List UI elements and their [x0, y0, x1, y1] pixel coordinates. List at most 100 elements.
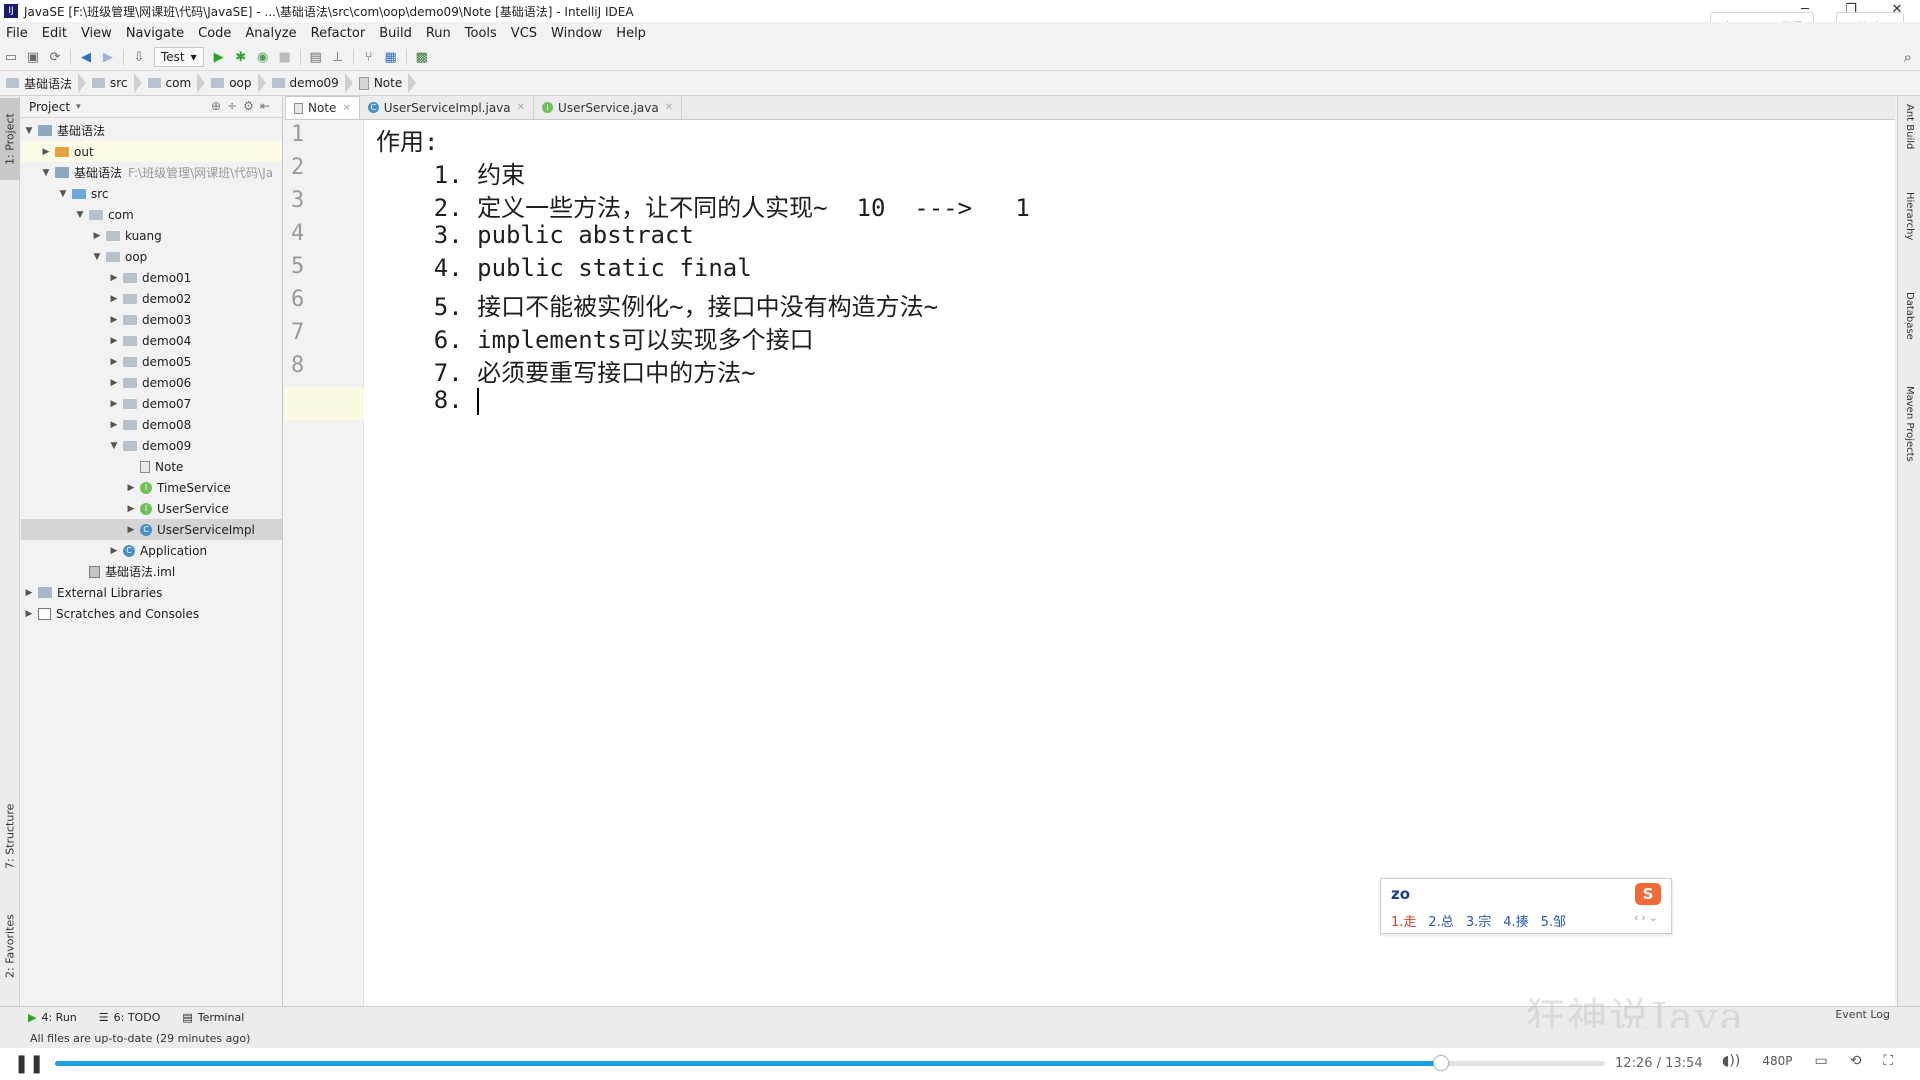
tab-userserviceimpl[interactable]: C UserServiceImpl.java ✕	[360, 96, 535, 119]
sync-icon[interactable]: ⟳	[44, 47, 66, 67]
settings-icon[interactable]: ▦	[380, 47, 402, 67]
tree-item[interactable]: ▼ demo09	[21, 435, 282, 456]
menu-code[interactable]: Code	[191, 26, 238, 41]
close-tab-icon[interactable]: ✕	[665, 102, 673, 113]
chevron-right-icon[interactable]: ▶	[108, 294, 120, 304]
tree-item[interactable]: Note	[21, 456, 282, 477]
chevron-down-icon[interactable]: ▼	[23, 126, 35, 136]
chevron-right-icon[interactable]: ▶	[125, 504, 137, 514]
breadcrumb-item[interactable]: 基础语法	[0, 73, 78, 93]
ime-candidate[interactable]: 3.宗	[1466, 911, 1491, 930]
progress-handle[interactable]	[1433, 1055, 1449, 1071]
chevron-down-icon[interactable]: ▼	[91, 252, 103, 262]
tree-item[interactable]: ▼ src	[21, 183, 282, 204]
chevron-right-icon[interactable]: ▶	[108, 420, 120, 430]
code-editor[interactable]: 作用: 1. 约束 2. 定义一些方法，让不同的人实现~ 10 ---> 1 3…	[364, 120, 1895, 1006]
tree-item[interactable]: ▶ C Application	[21, 540, 282, 561]
back-icon[interactable]: ◀	[75, 47, 97, 67]
ime-candidate[interactable]: 2.总	[1428, 911, 1453, 930]
menu-tools[interactable]: Tools	[458, 26, 504, 41]
ime-page-arrows[interactable]: ‹›⌄	[1634, 911, 1661, 924]
tool-tab-favorites[interactable]: 2: Favorites	[0, 906, 20, 986]
tree-item[interactable]: ▶ kuang	[21, 225, 282, 246]
ime-candidate[interactable]: 1.走	[1391, 911, 1416, 930]
chevron-right-icon[interactable]: ▶	[108, 399, 120, 409]
chevron-right-icon[interactable]: ▶	[108, 546, 120, 556]
chevron-right-icon[interactable]: ▶	[108, 357, 120, 367]
tool-tab-database[interactable]: Database	[1900, 292, 1919, 362]
menu-view[interactable]: View	[74, 26, 119, 41]
ime-candidate[interactable]: 5.邹	[1541, 911, 1566, 930]
tree-item[interactable]: 基础语法.iml	[21, 561, 282, 582]
tab-note[interactable]: Note ✕	[285, 96, 360, 119]
tree-item[interactable]: ▶ demo05	[21, 351, 282, 372]
terminal-icon[interactable]: ▩	[411, 47, 433, 67]
tree-item[interactable]: ▶ demo07	[21, 393, 282, 414]
breadcrumb-item[interactable]: com	[142, 73, 198, 93]
ime-candidate[interactable]: 4.揍	[1503, 911, 1528, 930]
menu-run[interactable]: Run	[419, 26, 458, 41]
sdk-icon[interactable]: ⊥	[327, 47, 349, 67]
fullscreen-icon[interactable]: ⛶	[1883, 1053, 1893, 1069]
tree-item[interactable]: ▼ 基础语法 F:\班级管理\网课班\代码\Ja	[21, 162, 282, 183]
forward-icon[interactable]: ▶	[97, 47, 119, 67]
search-everywhere-icon[interactable]: ⌕	[1904, 48, 1912, 66]
tree-item[interactable]: ▶ demo06	[21, 372, 282, 393]
breadcrumb-item[interactable]: demo09	[266, 73, 345, 93]
save-icon[interactable]: ▣	[22, 47, 44, 67]
tree-item[interactable]: ▼ oop	[21, 246, 282, 267]
tree-item[interactable]: ▶ demo04	[21, 330, 282, 351]
tree-item[interactable]: ▶ External Libraries	[21, 582, 282, 603]
tab-userservice[interactable]: I UserService.java ✕	[534, 96, 683, 119]
chevron-right-icon[interactable]: ▶	[125, 483, 137, 493]
menu-build[interactable]: Build	[372, 26, 419, 41]
chevron-right-icon[interactable]: ▶	[108, 315, 120, 325]
tool-tab-structure[interactable]: 7: Structure	[0, 796, 20, 876]
collapse-icon[interactable]: ÷	[227, 99, 243, 113]
menu-vcs[interactable]: VCS	[504, 26, 544, 41]
menu-analyze[interactable]: Analyze	[238, 26, 303, 41]
menu-window[interactable]: Window	[544, 26, 609, 41]
tool-tab-run[interactable]: ▶ 4: Run	[0, 1011, 91, 1024]
tree-item[interactable]: ▶ demo08	[21, 414, 282, 435]
pause-icon[interactable]: ❚❚	[14, 1054, 44, 1074]
menu-navigate[interactable]: Navigate	[119, 26, 191, 41]
tree-item[interactable]: ▶ I UserService	[21, 498, 282, 519]
chevron-down-icon[interactable]: ▾	[76, 102, 81, 112]
hide-icon[interactable]: ⇤	[260, 99, 276, 113]
chevron-right-icon[interactable]: ▶	[108, 336, 120, 346]
run-configuration-select[interactable]: Test ▾	[154, 47, 204, 67]
menu-help[interactable]: Help	[609, 26, 653, 41]
tool-tab-project[interactable]: 1: Project	[0, 98, 20, 180]
tree-item[interactable]: ▶ demo01	[21, 267, 282, 288]
menu-refactor[interactable]: Refactor	[304, 26, 373, 41]
chevron-right-icon[interactable]: ▶	[108, 378, 120, 388]
project-structure-icon[interactable]: ▤	[305, 47, 327, 67]
tree-item[interactable]: ▶ I TimeService	[21, 477, 282, 498]
close-tab-icon[interactable]: ✕	[517, 102, 525, 113]
danmaku-icon[interactable]: ▭	[1814, 1053, 1827, 1069]
loop-icon[interactable]: ⟲	[1850, 1053, 1862, 1069]
chevron-down-icon[interactable]: ▼	[57, 189, 69, 199]
close-tab-icon[interactable]: ✕	[342, 103, 350, 114]
tool-tab-maven-projects[interactable]: Maven Projects	[1900, 386, 1919, 496]
breadcrumb-item[interactable]: oop	[205, 73, 257, 93]
tree-item[interactable]: ▶ demo03	[21, 309, 282, 330]
tree-item[interactable]: ▼ 基础语法	[21, 120, 282, 141]
tree-item[interactable]: ▼ com	[21, 204, 282, 225]
project-view-select[interactable]: Project	[29, 100, 70, 114]
tool-tab-hierarchy[interactable]: Hierarchy	[1900, 192, 1919, 272]
volume-icon[interactable]: ◖))	[1722, 1053, 1740, 1069]
breadcrumb-item[interactable]: src	[86, 73, 134, 93]
locate-icon[interactable]: ⊕	[211, 99, 227, 113]
chevron-down-icon[interactable]: ▼	[108, 441, 120, 451]
open-folder-icon[interactable]: ▭	[0, 47, 22, 67]
tree-item[interactable]: ▶ C UserServiceImpl	[21, 519, 282, 540]
stop-icon[interactable]: ■	[274, 47, 296, 67]
gear-icon[interactable]: ⚙	[243, 99, 260, 113]
breadcrumb-item[interactable]: Note	[353, 73, 408, 93]
chevron-down-icon[interactable]: ▼	[40, 168, 52, 178]
run-icon[interactable]: ▶	[208, 47, 230, 67]
tree-item[interactable]: ▶ Scratches and Consoles	[21, 603, 282, 624]
chevron-right-icon[interactable]: ▶	[23, 588, 35, 598]
